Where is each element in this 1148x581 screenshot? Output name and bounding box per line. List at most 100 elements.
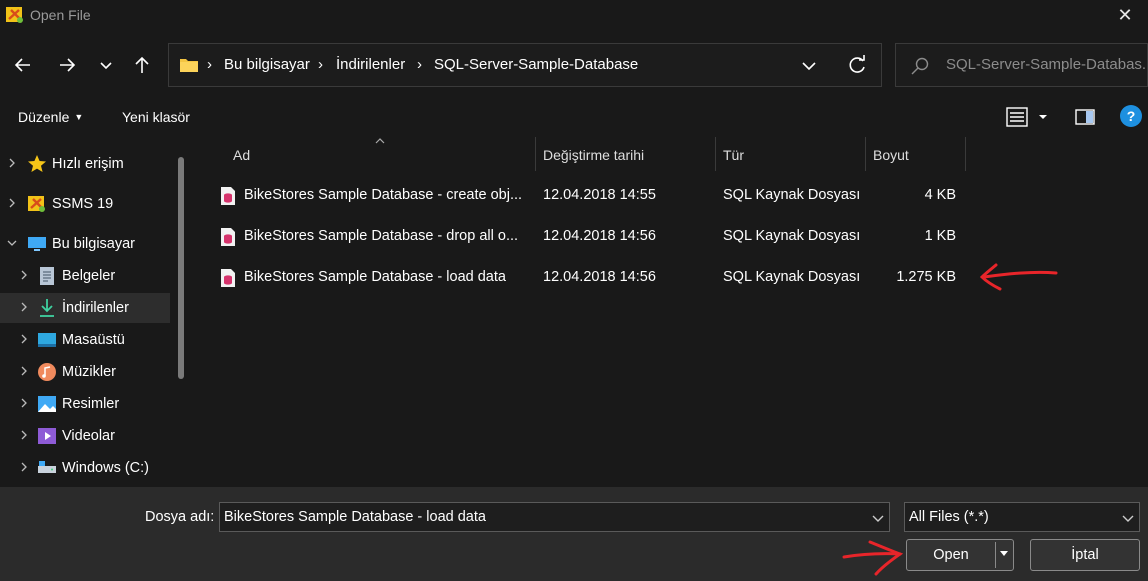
column-header-modified[interactable]: Değiştirme tarihi: [535, 137, 715, 171]
annotation-arrow-icon: [979, 263, 1058, 291]
back-arrow-icon[interactable]: [9, 51, 37, 79]
sidebar-item-label: Videolar: [62, 428, 115, 444]
sidebar-item-windows-drive[interactable]: Windows (C:): [0, 453, 170, 483]
filename-label: Dosya adı:: [145, 509, 215, 525]
sidebar-item-label: Hızlı erişim: [52, 156, 124, 172]
breadcrumb-separator: ›: [417, 56, 422, 73]
search-box[interactable]: SQL-Server-Sample-Databas...: [895, 43, 1148, 87]
file-modified: 12.04.2018 14:56: [543, 228, 656, 244]
column-header-label: Ad: [233, 147, 251, 163]
button-divider: [995, 542, 996, 568]
sidebar-item-pictures[interactable]: Resimler: [0, 389, 170, 419]
sidebar-item-this-pc[interactable]: Bu bilgisayar: [0, 229, 170, 259]
chevron-down-icon[interactable]: [6, 237, 18, 249]
navigation-bar: › Bu bilgisayar › İndirilenler › SQL-Ser…: [0, 31, 1148, 97]
close-icon[interactable]: ✕: [1114, 4, 1136, 26]
breadcrumb-current-folder[interactable]: SQL-Server-Sample-Database: [434, 56, 638, 73]
sidebar-item-ssms-19[interactable]: SSMS 19: [0, 189, 170, 219]
up-arrow-icon[interactable]: [128, 51, 156, 79]
column-header-label: Değiştirme tarihi: [543, 147, 645, 163]
organize-menu-button[interactable]: Düzenle ▼: [18, 109, 83, 125]
sidebar-item-music[interactable]: Müzikler: [0, 357, 170, 387]
file-name: BikeStores Sample Database - drop all o.…: [244, 228, 519, 244]
sql-file-icon: [221, 187, 235, 205]
forward-arrow-icon[interactable]: [53, 51, 81, 79]
chevron-right-icon[interactable]: [18, 333, 30, 345]
column-header-name[interactable]: Ad: [225, 137, 535, 171]
file-name: BikeStores Sample Database - create obj.…: [244, 187, 523, 203]
help-icon[interactable]: ?: [1120, 105, 1142, 127]
column-header-label: Tür: [723, 147, 744, 163]
file-row[interactable]: BikeStores Sample Database - load data 1…: [212, 259, 972, 297]
chevron-right-icon[interactable]: [18, 429, 30, 441]
address-bar[interactable]: › Bu bilgisayar › İndirilenler › SQL-Ser…: [168, 43, 882, 87]
pictures-icon: [38, 396, 56, 412]
sidebar-item-videos[interactable]: Videolar: [0, 421, 170, 451]
open-button-label: Open: [933, 547, 969, 563]
filetype-select[interactable]: All Files (*.*): [904, 502, 1140, 532]
file-size: 1 KB: [924, 228, 956, 244]
new-folder-button[interactable]: Yeni klasör: [122, 109, 190, 125]
sidebar-item-label: Resimler: [62, 396, 120, 412]
cancel-button[interactable]: İptal: [1030, 539, 1140, 571]
chevron-right-icon[interactable]: [6, 197, 18, 209]
file-row[interactable]: BikeStores Sample Database - drop all o.…: [212, 218, 972, 256]
file-size: 4 KB: [924, 187, 956, 203]
chevron-right-icon[interactable]: [6, 157, 18, 169]
caret-down-icon[interactable]: [1036, 106, 1050, 128]
chevron-down-icon[interactable]: [799, 56, 819, 76]
file-modified: 12.04.2018 14:56: [543, 269, 656, 285]
sidebar-item-label: Windows (C:): [62, 460, 150, 476]
breadcrumb-separator: ›: [207, 56, 212, 73]
column-header-size[interactable]: Boyut: [865, 137, 965, 171]
downloads-icon: [40, 299, 54, 317]
annotation-arrow-icon: [842, 540, 904, 576]
sidebar-item-desktop[interactable]: Masaüstü: [0, 325, 170, 355]
search-input[interactable]: SQL-Server-Sample-Databas...: [946, 56, 1146, 73]
filename-input[interactable]: BikeStores Sample Database - load data: [224, 509, 486, 525]
file-row[interactable]: BikeStores Sample Database - create obj.…: [212, 177, 972, 215]
refresh-icon[interactable]: [845, 54, 869, 78]
file-name: BikeStores Sample Database - load data: [244, 269, 506, 285]
breadcrumb-this-pc[interactable]: Bu bilgisayar: [224, 56, 310, 73]
caret-down-icon[interactable]: [999, 550, 1009, 558]
sidebar-item-downloads[interactable]: İndirilenler: [0, 293, 170, 323]
desktop-icon: [38, 333, 56, 347]
recent-locations-chevron-icon[interactable]: [92, 51, 120, 79]
caret-down-icon: ▼: [74, 112, 84, 122]
chevron-right-icon[interactable]: [18, 301, 30, 313]
preview-pane-icon[interactable]: [1074, 106, 1098, 128]
column-header-label: Boyut: [873, 147, 909, 163]
breadcrumb-downloads[interactable]: İndirilenler: [336, 56, 405, 73]
sidebar-item-documents[interactable]: Belgeler: [0, 261, 170, 291]
file-modified: 12.04.2018 14:55: [543, 187, 656, 203]
sidebar-item-quick-access[interactable]: Hızlı erişim: [0, 149, 170, 179]
chevron-right-icon[interactable]: [18, 461, 30, 473]
chevron-right-icon[interactable]: [18, 365, 30, 377]
file-type: SQL Kaynak Dosyası: [723, 269, 861, 285]
command-toolbar: Düzenle ▼ Yeni klasör ?: [0, 97, 1148, 137]
sidebar-item-label: SSMS 19: [52, 196, 114, 212]
column-header-type[interactable]: Tür: [715, 137, 865, 171]
documents-icon: [40, 267, 54, 285]
folder-icon: [180, 59, 198, 72]
sidebar-scrollbar[interactable]: [178, 157, 184, 379]
sidebar-item-label: Müzikler: [62, 364, 116, 380]
sidebar-item-label: Bu bilgisayar: [52, 236, 136, 252]
drive-icon: [38, 461, 56, 473]
open-button[interactable]: Open: [906, 539, 1014, 571]
view-options-icon[interactable]: [1006, 106, 1030, 128]
ssms-icon: [28, 196, 45, 212]
organize-label: Düzenle: [18, 109, 70, 125]
sidebar-item-label: Belgeler: [62, 268, 116, 284]
filename-combobox[interactable]: BikeStores Sample Database - load data: [219, 502, 890, 532]
chevron-down-icon[interactable]: [871, 511, 885, 525]
computer-icon: [28, 237, 46, 251]
sidebar-item-label: Masaüstü: [62, 332, 125, 348]
chevron-right-icon[interactable]: [18, 397, 30, 409]
breadcrumb-separator: ›: [318, 56, 323, 73]
column-divider[interactable]: [965, 137, 966, 171]
chevron-right-icon[interactable]: [18, 269, 30, 281]
chevron-down-icon[interactable]: [1121, 511, 1135, 525]
videos-icon: [38, 428, 56, 444]
